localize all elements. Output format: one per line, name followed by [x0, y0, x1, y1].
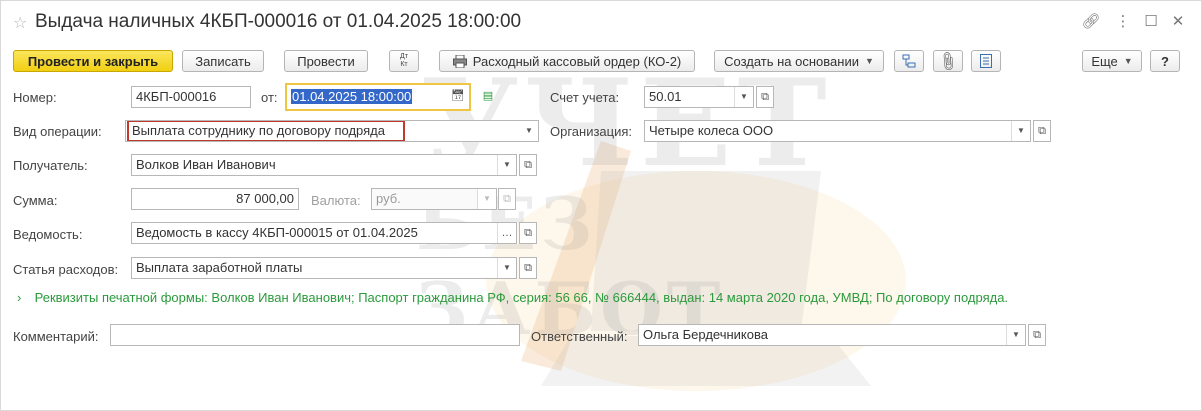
expense-label: Статья расходов: [13, 262, 119, 277]
operation-value: Выплата сотруднику по договору подряда [127, 121, 405, 141]
date-field[interactable]: 01.04.2025 18:00:00 [285, 83, 471, 111]
operation-label: Вид операции: [13, 124, 102, 139]
chevron-right-icon: › [17, 290, 22, 305]
expense-field[interactable]: Выплата заработной платы ▼ [131, 257, 517, 279]
sum-field[interactable]: 87 000,00 [131, 188, 299, 210]
close-icon[interactable]: ✕ [1168, 12, 1188, 32]
account-field[interactable]: 50.01 ▼ [644, 86, 754, 108]
statement-field[interactable]: Ведомость в кассу 4КБП-000015 от 01.04.2… [131, 222, 517, 244]
chevron-down-icon: ▼ [864, 56, 874, 66]
number-label: Номер: [13, 90, 57, 105]
open-currency-icon[interactable]: ⧉ [498, 188, 516, 210]
responsible-field[interactable]: Ольга Бердечникова ▼ [638, 324, 1026, 346]
dt-kt-button[interactable]: Дт Кт [389, 50, 419, 72]
currency-label: Валюта: [311, 193, 361, 208]
account-label: Счет учета: [550, 90, 620, 105]
dropdown-arrow-icon[interactable]: ▼ [1011, 121, 1030, 141]
create-based-on-button[interactable]: Создать на основании ▼ [714, 50, 884, 72]
organization-field[interactable]: Четыре колеса ООО ▼ [644, 120, 1031, 142]
link-icon[interactable]: 🔗︎ [1081, 12, 1101, 32]
organization-label: Организация: [550, 124, 633, 139]
document-list-icon [980, 54, 992, 68]
more-vertical-icon[interactable]: ⋮ [1113, 12, 1133, 32]
cash-order-print-button[interactable]: Расходный кассовый ордер (КО-2) [439, 50, 695, 72]
dropdown-arrow-icon[interactable]: ▼ [497, 258, 516, 278]
help-button[interactable]: ? [1150, 50, 1180, 72]
dropdown-arrow-icon[interactable]: ▼ [734, 87, 753, 107]
open-account-icon[interactable]: ⧉ [756, 86, 774, 108]
dropdown-arrow-icon[interactable]: ▼ [520, 121, 538, 141]
open-expense-icon[interactable]: ⧉ [519, 257, 537, 279]
post-and-close-button[interactable]: Провести и закрыть [13, 50, 173, 72]
currency-field[interactable]: руб. ▼ [371, 188, 497, 210]
report-button[interactable] [971, 50, 1001, 72]
maximize-icon[interactable]: ☐ [1141, 12, 1161, 32]
calendar-icon[interactable]: 📅︎ [449, 86, 467, 108]
responsible-label: Ответственный: [531, 329, 628, 344]
open-statement-icon[interactable]: ⧉ [519, 222, 537, 244]
comment-field[interactable] [110, 324, 520, 346]
check-document-icon[interactable]: ▤ [479, 86, 497, 108]
sum-label: Сумма: [13, 193, 58, 208]
window-title: Выдача наличных 4КБП-000016 от 01.04.202… [35, 11, 522, 32]
attachments-button[interactable]: 📎︎ [933, 48, 963, 73]
dropdown-arrow-icon[interactable]: ▼ [1006, 325, 1025, 345]
dropdown-arrow-icon[interactable]: ▼ [497, 155, 516, 175]
requisites-text: Реквизиты печатной формы: Волков Иван Ив… [34, 290, 1009, 305]
hierarchy-icon [902, 54, 916, 68]
favorite-star-icon[interactable]: ☆ [13, 13, 27, 33]
recipient-label: Получатель: [13, 158, 88, 173]
printer-icon [452, 54, 467, 68]
statement-label: Ведомость: [13, 227, 83, 242]
post-button[interactable]: Провести [284, 50, 368, 72]
document-window: УЧЕТ БЕЗ ЗАБОТ ☆ Выдача наличных 4КБП-00… [0, 0, 1202, 411]
save-button[interactable]: Записать [182, 50, 264, 72]
requisites-toggle[interactable]: › Реквизиты печатной формы: Волков Иван … [17, 290, 1008, 305]
structure-button[interactable] [894, 50, 924, 72]
chevron-down-icon: ▼ [1123, 56, 1133, 66]
paperclip-icon: 📎︎ [936, 48, 961, 73]
open-organization-icon[interactable]: ⧉ [1033, 120, 1051, 142]
recipient-field[interactable]: Волков Иван Иванович ▼ [131, 154, 517, 176]
date-value: 01.04.2025 18:00:00 [291, 89, 413, 104]
date-from-label: от: [261, 90, 278, 105]
open-responsible-icon[interactable]: ⧉ [1028, 324, 1046, 346]
number-field[interactable]: 4КБП-000016 [131, 86, 251, 108]
more-button[interactable]: Еще ▼ [1082, 50, 1142, 72]
operation-field[interactable]: Выплата сотруднику по договору подряда ▼ [125, 120, 539, 142]
dropdown-arrow-icon[interactable]: ▼ [477, 189, 496, 209]
comment-label: Комментарий: [13, 329, 99, 344]
more-dots-icon[interactable]: … [497, 223, 516, 243]
open-recipient-icon[interactable]: ⧉ [519, 154, 537, 176]
